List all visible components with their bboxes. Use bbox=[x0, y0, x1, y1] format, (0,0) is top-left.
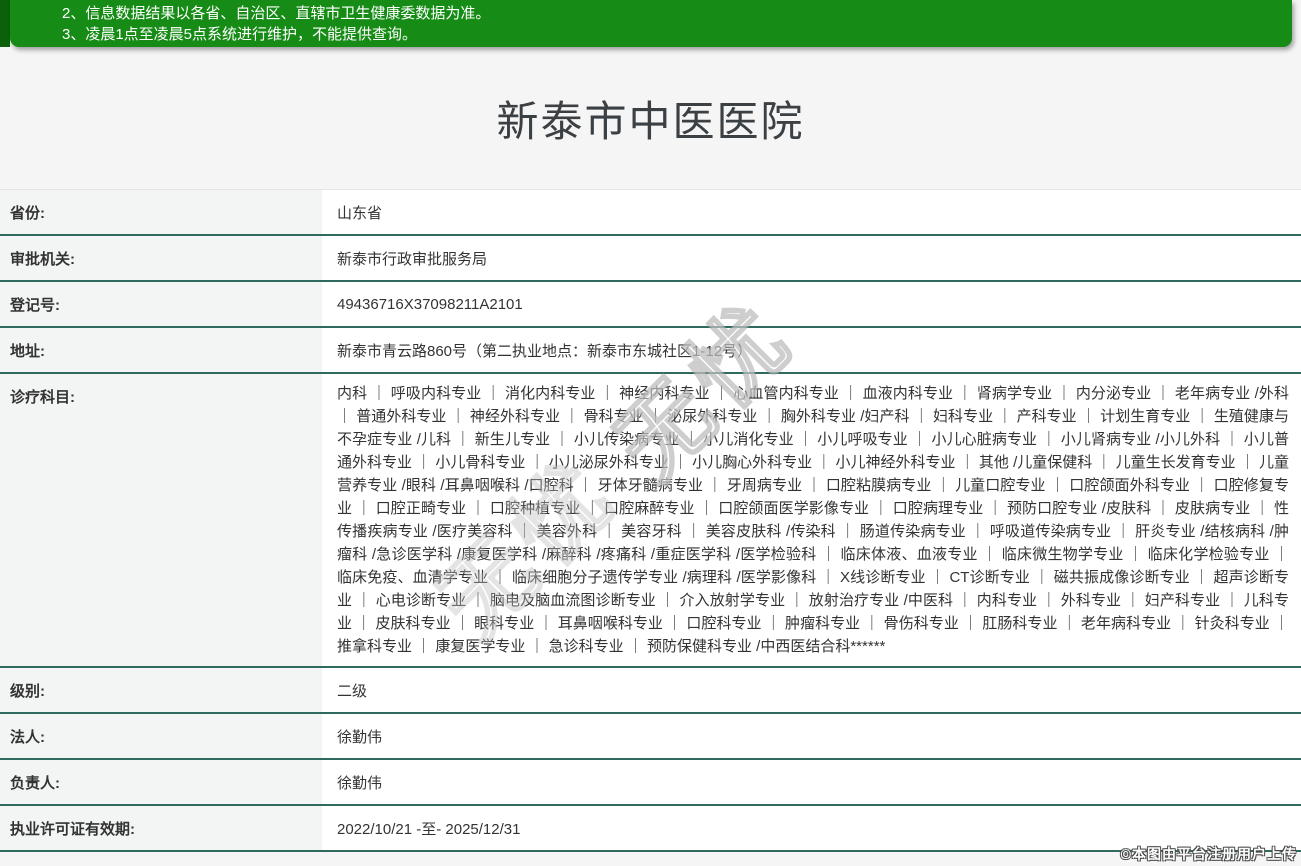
page-title: 新泰市中医医院 bbox=[496, 88, 804, 149]
row-label: 负责人: bbox=[0, 760, 322, 804]
table-row: 诊疗科目: 内科 ｜ 呼吸内科专业 ｜ 消化内科专业 ｜ 神经内科专业 ｜ 心血… bbox=[0, 374, 1301, 668]
row-label: 执业许可证有效期: bbox=[0, 806, 322, 850]
table-row: 级别: 二级 bbox=[0, 668, 1301, 714]
notice-banner: 2、信息数据结果以各省、自治区、直辖市卫生健康委数据为准。 3、凌晨1点至凌晨5… bbox=[10, 0, 1292, 47]
row-label: 审批机关: bbox=[0, 236, 322, 280]
table-row: 登记号: 49436716X37098211A2101 bbox=[0, 282, 1301, 328]
row-label: 级别: bbox=[0, 668, 322, 712]
row-value: 二级 bbox=[322, 668, 1301, 712]
table-row: 执业许可证有效期: 2022/10/21 -至- 2025/12/31 bbox=[0, 806, 1301, 852]
notice-line-2: 2、信息数据结果以各省、自治区、直辖市卫生健康委数据为准。 bbox=[62, 3, 1292, 24]
row-value: 徐勤伟 bbox=[322, 714, 1301, 758]
row-value: 新泰市行政审批服务局 bbox=[322, 236, 1301, 280]
row-label: 登记号: bbox=[0, 282, 322, 326]
image-credit-watermark: ©本图由平台注册用户上传 bbox=[1121, 844, 1297, 864]
table-row: 负责人: 徐勤伟 bbox=[0, 760, 1301, 806]
table-row: 省份: 山东省 bbox=[0, 190, 1301, 236]
row-label: 省份: bbox=[0, 190, 322, 234]
row-value: 49436716X37098211A2101 bbox=[322, 282, 1301, 326]
table-row: 法人: 徐勤伟 bbox=[0, 714, 1301, 760]
table-row: 地址: 新泰市青云路860号（第二执业地点：新泰市东城社区1-12号） bbox=[0, 328, 1301, 374]
notice-line-3: 3、凌晨1点至凌晨5点系统进行维护，不能提供查询。 bbox=[62, 24, 1292, 45]
row-label: 诊疗科目: bbox=[0, 374, 322, 666]
banner-left-edge bbox=[0, 0, 10, 47]
title-area: 新泰市中医医院 bbox=[0, 47, 1301, 189]
table-row: 审批机关: 新泰市行政审批服务局 bbox=[0, 236, 1301, 282]
row-label: 法人: bbox=[0, 714, 322, 758]
row-label: 地址: bbox=[0, 328, 322, 372]
row-value: 山东省 bbox=[322, 190, 1301, 234]
row-value: 徐勤伟 bbox=[322, 760, 1301, 804]
row-value: 内科 ｜ 呼吸内科专业 ｜ 消化内科专业 ｜ 神经内科专业 ｜ 心血管内科专业 … bbox=[322, 374, 1301, 666]
hospital-info-table: 省份: 山东省 审批机关: 新泰市行政审批服务局 登记号: 49436716X3… bbox=[0, 189, 1301, 852]
row-value: 新泰市青云路860号（第二执业地点：新泰市东城社区1-12号） bbox=[322, 328, 1301, 372]
